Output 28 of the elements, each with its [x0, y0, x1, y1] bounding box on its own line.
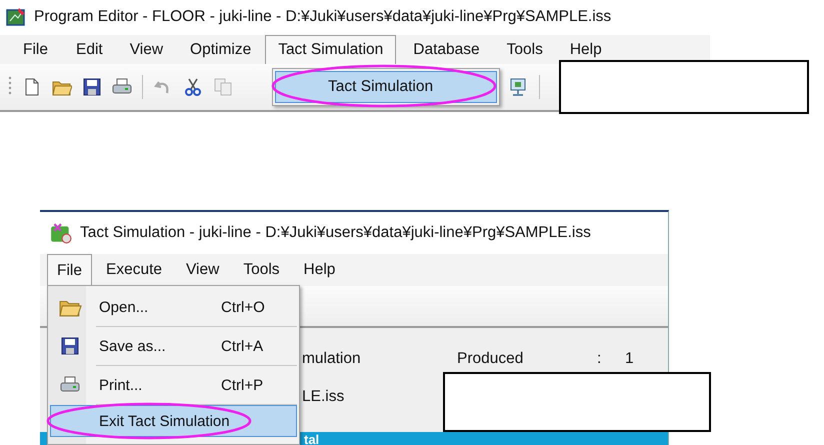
menu-item[interactable]: Print... Ctrl+P: [50, 366, 297, 404]
menu-item[interactable]: Save as... Ctrl+A: [50, 327, 297, 365]
menu-item[interactable]: Optimize: [177, 40, 264, 60]
menu-item[interactable]: Exit Tact Simulation: [50, 405, 297, 437]
window-title: Tact Simulation - juki-line - D:¥Juki¥users¥data¥juki-line¥Prg¥SAMPLE.iss: [80, 224, 591, 242]
menu-item[interactable]: Help: [294, 260, 346, 280]
app-icon: [6, 7, 26, 28]
menu-item[interactable]: Database: [400, 40, 493, 60]
menu-item[interactable]: Tact Simulation: [265, 34, 396, 64]
info-value: 1: [625, 350, 635, 368]
menu-item[interactable]: File: [47, 254, 92, 286]
scissors-icon[interactable]: [183, 77, 203, 98]
info-separator: :: [597, 350, 602, 368]
info-label: Produced: [457, 350, 524, 368]
window-title: Program Editor - FLOOR - juki-line - D:¥Juki¥users¥data¥juki-line¥Prg¥SAMPLE.iss: [34, 8, 612, 26]
menu-item[interactable]: Execute: [96, 260, 172, 280]
menu-item[interactable]: Tact Simulation: [275, 71, 497, 103]
menu-item[interactable]: Edit: [62, 40, 116, 60]
header-text: tal: [304, 432, 320, 445]
menu-item[interactable]: Tools: [233, 260, 290, 280]
info-text: mulation: [302, 350, 362, 368]
menu-item[interactable]: File: [9, 40, 62, 60]
menu-item[interactable]: Tools: [494, 40, 556, 60]
menu-item[interactable]: View: [176, 260, 230, 280]
app-icon: [50, 222, 72, 244]
menu-item[interactable]: Help: [556, 40, 615, 60]
menu-item[interactable]: View: [116, 40, 176, 60]
file-name: LE.iss: [302, 388, 346, 406]
